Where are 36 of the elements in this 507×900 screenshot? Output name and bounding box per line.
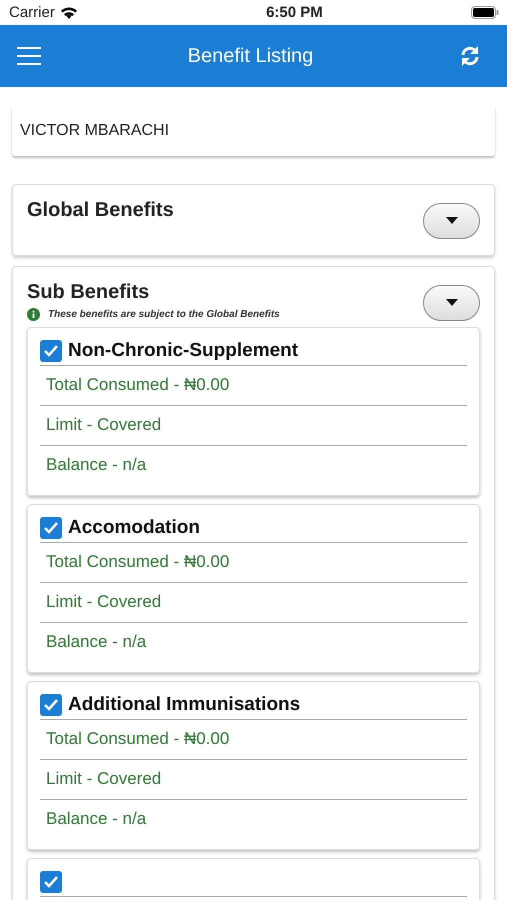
expand-toggle[interactable] <box>423 203 480 239</box>
check-icon <box>43 344 59 358</box>
benefit-detail: Limit - Covered <box>40 406 467 446</box>
benefit-detail: Limit - Covered <box>40 583 467 623</box>
benefit-detail: Balance - n/a <box>45 631 148 653</box>
benefit-detail: Limit - Covered <box>40 760 467 800</box>
section-title: Global Benefits <box>27 199 174 222</box>
benefit-detail: Balance - n/a <box>45 808 148 830</box>
refresh-icon[interactable] <box>458 45 481 67</box>
benefit-detail: Total Consumed - ₦0.00 <box>40 720 467 760</box>
expand-toggle[interactable] <box>423 285 480 321</box>
checkbox[interactable] <box>40 694 62 716</box>
checkbox[interactable] <box>40 340 62 362</box>
benefit-name: Additional Immunisations <box>68 694 300 716</box>
benefit-detail: Total Consumed - ₦0.00 <box>40 366 467 406</box>
menu-icon[interactable] <box>16 46 42 66</box>
benefit-name: Non-Chronic-Supplement <box>68 340 298 362</box>
screen-title: Benefit Listing <box>188 44 314 68</box>
caret-icon <box>446 217 458 225</box>
benefit-detail: Total Consumed - ₦0.00 <box>40 543 467 583</box>
wifi-icon <box>60 6 78 19</box>
caret-icon <box>446 299 458 307</box>
check-icon <box>43 521 59 535</box>
clock-time: 6:50 PM <box>266 4 323 21</box>
carrier-label: Carrier <box>9 4 55 21</box>
checkbox[interactable] <box>40 517 62 539</box>
checkbox[interactable] <box>40 871 62 893</box>
battery-icon <box>470 6 499 19</box>
benefit-name: Accomodation <box>68 517 200 539</box>
section-note: These benefits are subject to the Global Benefits <box>48 309 280 320</box>
benefit-detail: Balance - n/a <box>45 454 148 476</box>
info-icon <box>27 308 40 321</box>
member-name: VICTOR MBARACHI <box>12 105 495 156</box>
check-icon <box>43 875 59 889</box>
section-title: Sub Benefits <box>27 281 150 304</box>
check-icon <box>43 698 59 712</box>
